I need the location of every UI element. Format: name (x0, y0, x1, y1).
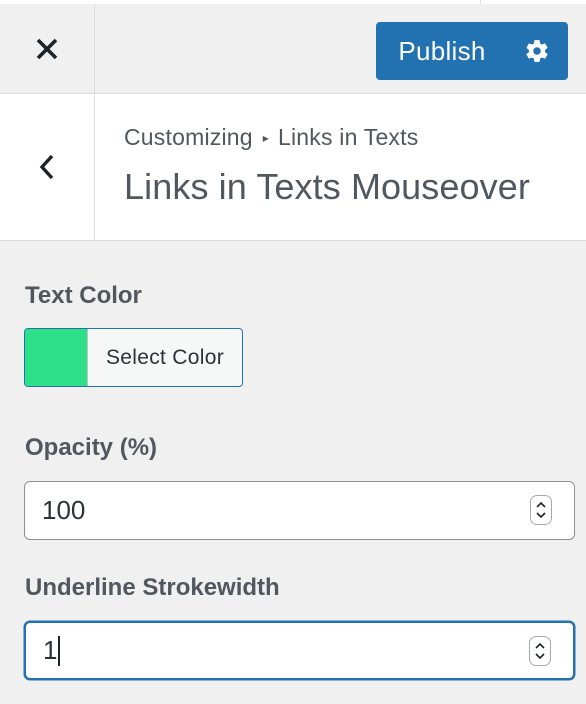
opacity-stepper[interactable] (530, 495, 552, 525)
text-color-label: Text Color (25, 282, 142, 309)
breadcrumb-root: Customizing (124, 124, 253, 150)
breadcrumb-current: Links in Texts (277, 124, 419, 150)
customizer-panel: Publish Customizing ▸ Links in Texts Lin… (0, 0, 586, 704)
text-color-picker[interactable]: Select Color (24, 328, 243, 387)
close-icon (36, 38, 58, 59)
breadcrumb: Customizing ▸ Links in Texts (124, 124, 418, 151)
back-button[interactable] (0, 94, 95, 240)
publish-settings-button[interactable] (506, 22, 568, 80)
stepper-arrows-icon (535, 642, 545, 660)
gear-icon (526, 40, 548, 62)
text-caret (58, 635, 60, 666)
section-header: Customizing ▸ Links in Texts Links in Te… (0, 94, 586, 241)
chevron-left-icon (39, 154, 54, 180)
underline-strokewidth-value: 1 (43, 635, 58, 665)
publish-button[interactable]: Publish (376, 22, 506, 80)
underline-strokewidth-stepper[interactable] (529, 636, 551, 666)
close-button[interactable] (0, 4, 95, 93)
opacity-input[interactable]: 100 (24, 481, 575, 540)
opacity-label: Opacity (%) (25, 434, 158, 461)
breadcrumb-separator: ▸ (262, 130, 269, 145)
publish-button-group: Publish (376, 22, 568, 80)
color-swatch[interactable] (25, 329, 88, 386)
underline-strokewidth-label: Underline Strokewidth (25, 574, 280, 601)
select-color-button[interactable]: Select Color (88, 329, 242, 386)
customizer-header: Publish (0, 0, 586, 94)
underline-strokewidth-value-wrap: 1 (43, 623, 60, 678)
section-title: Links in Texts Mouseover (124, 166, 530, 207)
stepper-arrows-icon (536, 501, 546, 519)
underline-strokewidth-input[interactable]: 1 (24, 621, 575, 680)
opacity-value: 100 (42, 495, 86, 525)
